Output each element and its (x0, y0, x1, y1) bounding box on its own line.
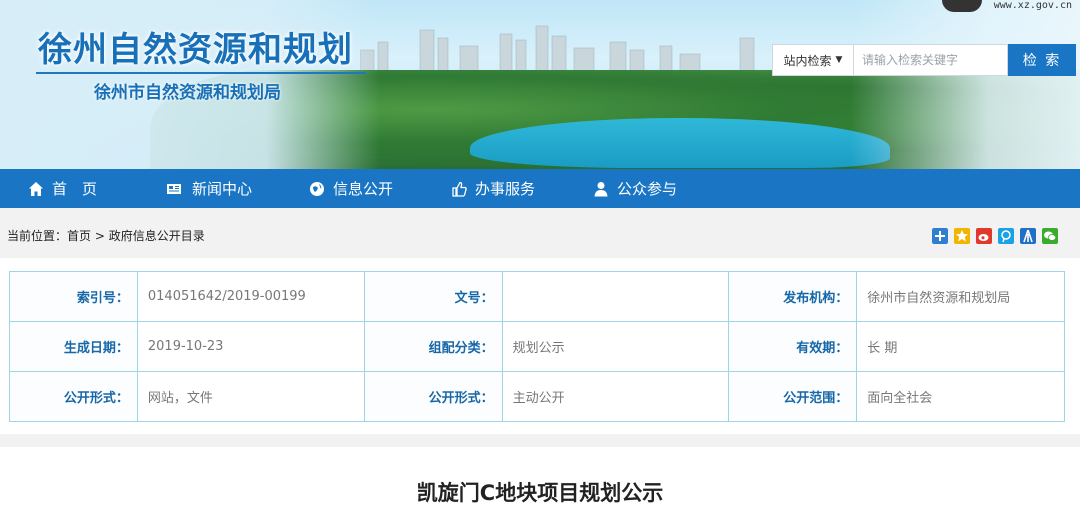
share-plus-icon[interactable] (932, 228, 948, 244)
breadcrumb-prefix: 当前位置： (7, 229, 68, 243)
info-value: 主动公开 (501, 371, 730, 422)
page: www.xz.gov.cn 徐州自然资源和规划 徐州市自然资源和规划局 站内检索… (0, 0, 1080, 517)
nav-label: 信息公开 (333, 180, 394, 198)
info-label: 文号： (363, 271, 503, 322)
nav-item-public-participation[interactable]: 公众参与 (593, 169, 733, 208)
breadcrumb-bar: 当前位置：首页 > 政府信息公开目录 (0, 208, 1080, 258)
info-value: 长 期 (856, 321, 1065, 372)
info-label: 有效期： (728, 321, 858, 372)
gov-logo-icon (942, 0, 982, 12)
site-title: 徐州自然资源和规划 (38, 30, 353, 70)
info-label: 生成日期： (9, 321, 138, 372)
search-scope-label: 站内检索 (783, 53, 832, 68)
caret-down-icon: ▼ (835, 55, 843, 65)
header-banner: www.xz.gov.cn 徐州自然资源和规划 徐州市自然资源和规划局 站内检索… (0, 0, 1080, 169)
breadcrumb-current-link[interactable]: 政府信息公开目录 (109, 229, 205, 243)
share-tencent-icon[interactable] (998, 228, 1014, 244)
site-subtitle: 徐州市自然资源和规划局 (94, 83, 281, 103)
search-input[interactable] (854, 44, 1008, 76)
info-label: 发布机构： (728, 271, 858, 322)
info-value: 徐州市自然资源和规划局 (856, 271, 1065, 322)
article-title: 凯旋门C地块项目规划公示 (416, 481, 664, 505)
info-value: 014051642/2019-00199 (136, 271, 365, 322)
nav-label: 办事服务 (475, 180, 536, 198)
info-value: 规划公示 (501, 321, 730, 372)
nav-item-home[interactable]: 首 页 (28, 169, 164, 208)
info-label: 公开形式： (363, 371, 503, 422)
info-label: 索引号： (9, 271, 138, 322)
share-toolbar (932, 228, 1058, 244)
share-wechat-icon[interactable] (1042, 228, 1058, 244)
nav-label: 首 页 (52, 180, 98, 198)
share-renren-icon[interactable] (1020, 228, 1036, 244)
info-label: 公开形式： (9, 371, 138, 422)
banner-fade-right (850, 0, 1080, 169)
globe-icon (310, 181, 324, 196)
info-value (501, 271, 730, 322)
info-value: 2019-10-23 (136, 321, 365, 372)
user-icon (594, 181, 608, 196)
nav-label: 新闻中心 (192, 180, 253, 198)
info-value: 网站，文件 (136, 371, 365, 422)
info-label: 公开范围： (728, 371, 858, 422)
article-section: 凯旋门C地块项目规划公示 (0, 447, 1080, 517)
breadcrumb: 当前位置：首页 > 政府信息公开目录 (7, 227, 205, 244)
document-info-table: 索引号： 014051642/2019-00199 文号： 发布机构： 徐州市自… (9, 271, 1065, 422)
nav-item-services[interactable]: 办事服务 (451, 169, 593, 208)
search-button[interactable]: 检 索 (1008, 44, 1076, 76)
home-icon (29, 181, 43, 196)
newspaper-icon (167, 183, 181, 194)
table-row: 公开形式： 网站，文件 公开形式： 主动公开 公开范围： 面向全社会 (9, 371, 1065, 422)
main-nav: 首 页 新闻中心 信息公开 办事服务 公众参与 (0, 169, 1080, 208)
share-weibo-icon[interactable] (976, 228, 992, 244)
title-divider (36, 72, 366, 74)
nav-label: 公众参与 (617, 180, 678, 198)
info-label: 组配分类： (363, 321, 503, 372)
breadcrumb-home-link[interactable]: 首页 (67, 229, 91, 243)
breadcrumb-separator: > (91, 229, 109, 243)
document-info-panel: 索引号： 014051642/2019-00199 文号： 发布机构： 徐州市自… (0, 258, 1080, 434)
table-row: 索引号： 014051642/2019-00199 文号： 发布机构： 徐州市自… (9, 271, 1065, 322)
search-scope-select[interactable]: 站内检索 ▼ (772, 44, 854, 76)
nav-item-info-public[interactable]: 信息公开 (309, 169, 451, 208)
info-value: 面向全社会 (856, 371, 1065, 422)
nav-item-news[interactable]: 新闻中心 (164, 169, 309, 208)
share-qzone-icon[interactable] (954, 228, 970, 244)
site-search: 站内检索 ▼ 检 索 (772, 44, 1076, 76)
table-row: 生成日期： 2019-10-23 组配分类： 规划公示 有效期： 长 期 (9, 321, 1065, 372)
gov-url[interactable]: www.xz.gov.cn (994, 0, 1072, 11)
thumbs-up-icon (452, 181, 467, 197)
